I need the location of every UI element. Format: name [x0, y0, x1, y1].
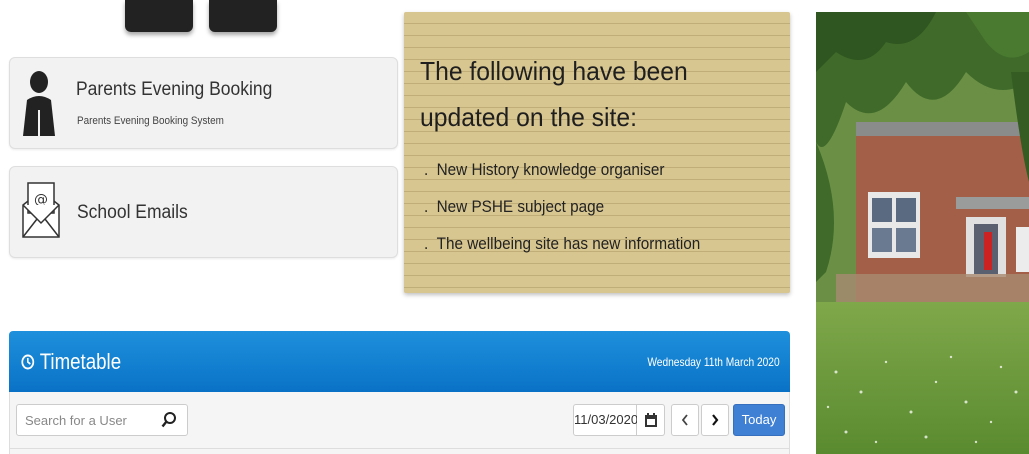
calendar-button[interactable]: [637, 404, 665, 436]
notice-list: . New History knowledge organiser . New PS…: [424, 158, 731, 269]
date-field[interactable]: 11/03/2020: [573, 404, 638, 436]
notice-item: . New PSHE subject page: [424, 197, 605, 216]
user-search-box: [16, 404, 188, 436]
clock-icon: [21, 354, 35, 370]
parents-evening-tile[interactable]: Parents Evening Booking Parents Evening …: [9, 57, 398, 149]
search-input[interactable]: [17, 405, 173, 435]
timetable-title-text: Timetable: [39, 349, 122, 374]
school-building-photo: [816, 12, 1029, 454]
notice-heading: The following have been updated on the s…: [420, 56, 688, 132]
tile-subtitle: Parents Evening Booking System: [77, 115, 224, 127]
notice-item: . New History knowledge organiser: [424, 160, 665, 179]
search-icon[interactable]: [161, 411, 177, 434]
timetable-title: Timetable: [21, 349, 121, 375]
envelope-icon: @: [19, 179, 63, 246]
timetable-date-label: Wednesday 11th March 2020: [647, 355, 780, 369]
toolbar-divider: [10, 448, 789, 449]
top-button-left[interactable]: [125, 0, 193, 32]
top-button-right[interactable]: [209, 0, 277, 32]
tile-title: School Emails: [77, 202, 188, 223]
previous-day-button[interactable]: [671, 404, 699, 436]
chevron-left-icon: [681, 414, 689, 426]
chevron-right-icon: [711, 414, 719, 426]
calendar-icon: [644, 412, 658, 428]
updates-notice-board: The following have been updated on the s…: [404, 12, 790, 293]
today-button[interactable]: Today: [733, 404, 785, 436]
school-emails-tile[interactable]: @ School Emails: [9, 166, 398, 258]
timetable-toolbar: 11/03/2020 Today: [9, 392, 790, 454]
person-icon: [22, 70, 56, 141]
tile-title: Parents Evening Booking: [76, 79, 273, 100]
notice-item: . The wellbeing site has new information: [424, 234, 701, 253]
next-day-button[interactable]: [701, 404, 729, 436]
timetable-header: Timetable Wednesday 11th March 2020: [9, 331, 790, 392]
